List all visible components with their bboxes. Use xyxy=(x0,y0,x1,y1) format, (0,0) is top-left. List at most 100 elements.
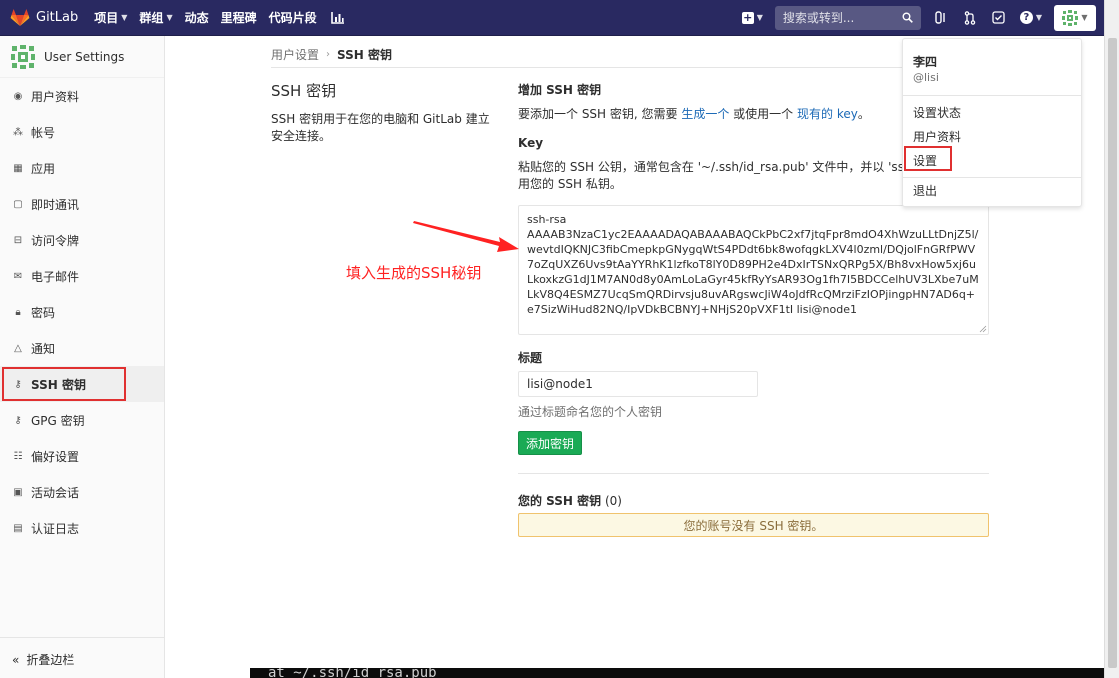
breadcrumb-parent[interactable]: 用户设置 xyxy=(271,46,319,63)
todos-icon[interactable] xyxy=(991,10,1007,26)
analytics-icon[interactable] xyxy=(330,11,345,24)
sidebar-item-active-sessions[interactable]: ▣ 活动会话 xyxy=(0,474,164,510)
merge-request-icon[interactable] xyxy=(962,10,978,26)
resize-handle-icon[interactable] xyxy=(979,325,987,333)
search-icon xyxy=(902,12,913,23)
sidebar-item-chat[interactable]: ▢ 即时通讯 xyxy=(0,186,164,222)
sidebar-header[interactable]: User Settings xyxy=(0,36,164,78)
terminal-text: at ~/.ssh/id_rsa.pub xyxy=(268,668,437,678)
collapse-sidebar-button[interactable]: « 折叠边栏 xyxy=(12,651,74,668)
sidebar-item-applications[interactable]: ▦ 应用 xyxy=(0,150,164,186)
sidebar-item-profile[interactable]: ◉ 用户资料 xyxy=(0,78,164,114)
section-divider xyxy=(518,473,989,474)
sidebar-item-label: 应用 xyxy=(31,161,56,176)
gitlab-logo-link[interactable]: GitLab xyxy=(10,8,79,27)
highlight-box-settings xyxy=(904,146,952,171)
sidebar-item-gpg-keys[interactable]: ⚷ GPG 密钥 xyxy=(0,402,164,438)
user-circle-icon: ◉ xyxy=(13,90,23,102)
sidebar-item-notifications[interactable]: △ 通知 xyxy=(0,330,164,366)
comment-icon: ▢ xyxy=(13,198,23,210)
chevron-down-icon: ▼ xyxy=(1035,13,1042,22)
annotation-arrow-icon xyxy=(413,221,519,252)
page-description: SSH 密钥用于在您的电脑和 GitLab 建立安全连接。 xyxy=(271,112,490,143)
add-key-button[interactable]: 添加密钥 xyxy=(518,431,583,455)
nav-projects[interactable]: 项目 ▼ xyxy=(94,9,127,26)
sidebar-item-label: 活动会话 xyxy=(31,485,80,500)
sidebar-item-account[interactable]: ⁂ 帐号 xyxy=(0,114,164,150)
title-help: 通过标题命名您的个人密钥 xyxy=(518,405,663,419)
title-label: 标题 xyxy=(518,351,543,365)
new-item-button[interactable]: + ▼ xyxy=(741,10,763,24)
scrollbar-thumb[interactable] xyxy=(1108,38,1117,668)
key-icon: ⚷ xyxy=(14,414,22,426)
dropdown-user-name: 李四 xyxy=(913,55,938,69)
nav-groups-label: 群组 xyxy=(139,11,164,25)
sidebar-item-access-tokens[interactable]: ⊟ 访问令牌 xyxy=(0,222,164,258)
sidebar-item-label: 电子邮件 xyxy=(31,269,80,284)
sidebar-title: User Settings xyxy=(44,49,125,64)
breadcrumb-current[interactable]: SSH 密钥 xyxy=(337,46,392,63)
dropdown-set-status[interactable]: 设置状态 xyxy=(913,104,961,121)
dropdown-divider xyxy=(903,95,1081,96)
sidebar-item-label: 认证日志 xyxy=(31,521,80,536)
settings-sidebar: User Settings ◉ 用户资料 ⁂ 帐号 ▦ 应用 ▢ 即时通讯 ⊟ 访问令牌 … xyxy=(0,36,165,678)
sidebar-item-label: 偏好设置 xyxy=(31,449,80,464)
section-intro: SSH 密钥 SSH 密钥用于在您的电脑和 GitLab 建立安全连接。 xyxy=(271,80,501,145)
sidebar-divider xyxy=(0,637,165,638)
your-keys-label: 您的 SSH 密钥 xyxy=(518,494,602,508)
collapse-sidebar-label: 折叠边栏 xyxy=(26,653,75,667)
intro-text: 要添加一个 SSH 密钥, 您需要 xyxy=(518,107,682,121)
gitlab-window: GitLab 项目 ▼ 群组 ▼ 动态 里程碑 代码片段 + ▼ 搜索或转到... xyxy=(0,0,1119,678)
nav-snippets[interactable]: 代码片段 xyxy=(269,9,317,26)
lock-icon: 🔒︎ xyxy=(15,306,21,318)
intro-text: 或使用一个 xyxy=(729,107,797,121)
log-icon: ▤ xyxy=(13,522,23,534)
search-placeholder: 搜索或转到... xyxy=(782,11,855,25)
token-icon: ⊟ xyxy=(13,234,23,246)
breadcrumb: 用户设置 › SSH 密钥 xyxy=(271,42,988,68)
sidebar-item-label: 通知 xyxy=(31,341,56,356)
help-button[interactable]: ? ▼ xyxy=(1019,11,1042,24)
title-field-value: lisi@node1 xyxy=(527,377,593,391)
sidebar-item-password[interactable]: 🔒︎ 密码 xyxy=(0,294,164,330)
chevron-down-icon: ▼ xyxy=(166,13,173,22)
account-icon: ⁂ xyxy=(13,126,23,138)
mail-icon: ✉ xyxy=(13,270,23,282)
background-terminal: at ~/.ssh/id_rsa.pub xyxy=(250,668,1104,678)
sidebar-item-label: 用户资料 xyxy=(31,89,80,104)
key-textarea[interactable]: ssh-rsa AAAAB3NzaC1yc2EAAAADAQABAAABAQCk… xyxy=(518,205,989,335)
sidebar-item-label: 帐号 xyxy=(31,125,56,140)
intro-text: 。 xyxy=(857,107,870,121)
brand-name: GitLab xyxy=(36,10,79,25)
avatar xyxy=(1062,9,1079,26)
sidebar-item-auth-log[interactable]: ▤ 认证日志 xyxy=(0,510,164,546)
nav-projects-label: 项目 xyxy=(94,11,119,25)
title-field[interactable]: lisi@node1 xyxy=(518,371,758,397)
sidebar-item-emails[interactable]: ✉ 电子邮件 xyxy=(0,258,164,294)
nav-groups[interactable]: 群组 ▼ xyxy=(139,9,172,26)
generate-key-link[interactable]: 生成一个 xyxy=(681,107,729,121)
sidebar-item-preferences[interactable]: ☷ 偏好设置 xyxy=(0,438,164,474)
top-navbar: GitLab 项目 ▼ 群组 ▼ 动态 里程碑 代码片段 + ▼ 搜索或转到... xyxy=(0,0,1104,36)
nav-milestones[interactable]: 里程碑 xyxy=(221,9,257,26)
chevron-right-icon: › xyxy=(326,49,331,60)
your-keys-count: (0) xyxy=(604,494,622,508)
page-title: SSH 密钥 xyxy=(271,82,337,100)
dropdown-sign-out[interactable]: 退出 xyxy=(913,182,937,199)
dropdown-profile[interactable]: 用户资料 xyxy=(913,128,961,145)
window-scrollbar[interactable] xyxy=(1104,0,1119,678)
existing-key-link[interactable]: 现有的 key xyxy=(797,107,858,121)
sidebar-item-label: 即时通讯 xyxy=(31,197,80,212)
plus-icon: + xyxy=(741,10,754,24)
monitor-icon: ▣ xyxy=(13,486,23,498)
gitlab-tanuki-icon xyxy=(10,8,30,26)
search-input[interactable]: 搜索或转到... xyxy=(774,5,921,30)
user-menu-button[interactable]: ▼ xyxy=(1054,4,1096,31)
dropdown-username: @lisi xyxy=(913,71,939,84)
user-avatar xyxy=(11,44,35,69)
question-icon: ? xyxy=(1019,11,1033,24)
sidebar-item-label: GPG 密钥 xyxy=(31,413,85,428)
chevron-down-icon: ▼ xyxy=(121,13,128,22)
issues-icon[interactable] xyxy=(933,10,949,26)
nav-activity[interactable]: 动态 xyxy=(185,9,209,26)
